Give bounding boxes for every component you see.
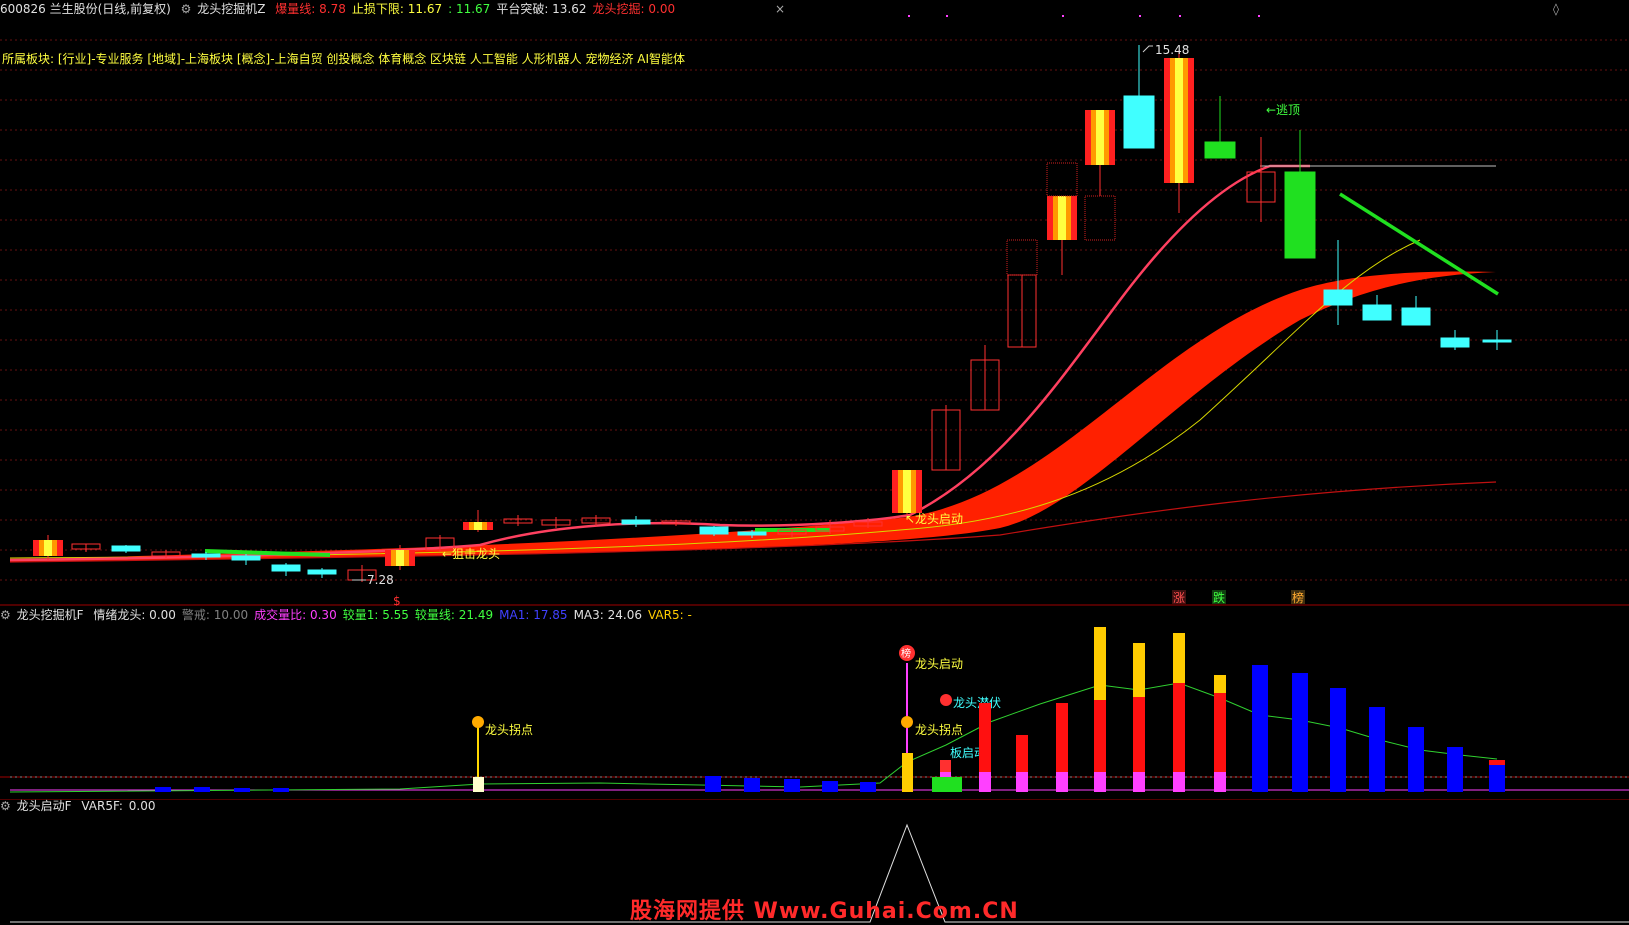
watermark: 股海网提供 Www.Guhai.Com.CN <box>630 899 1019 924</box>
start-indicator-chart[interactable] <box>0 0 1629 924</box>
